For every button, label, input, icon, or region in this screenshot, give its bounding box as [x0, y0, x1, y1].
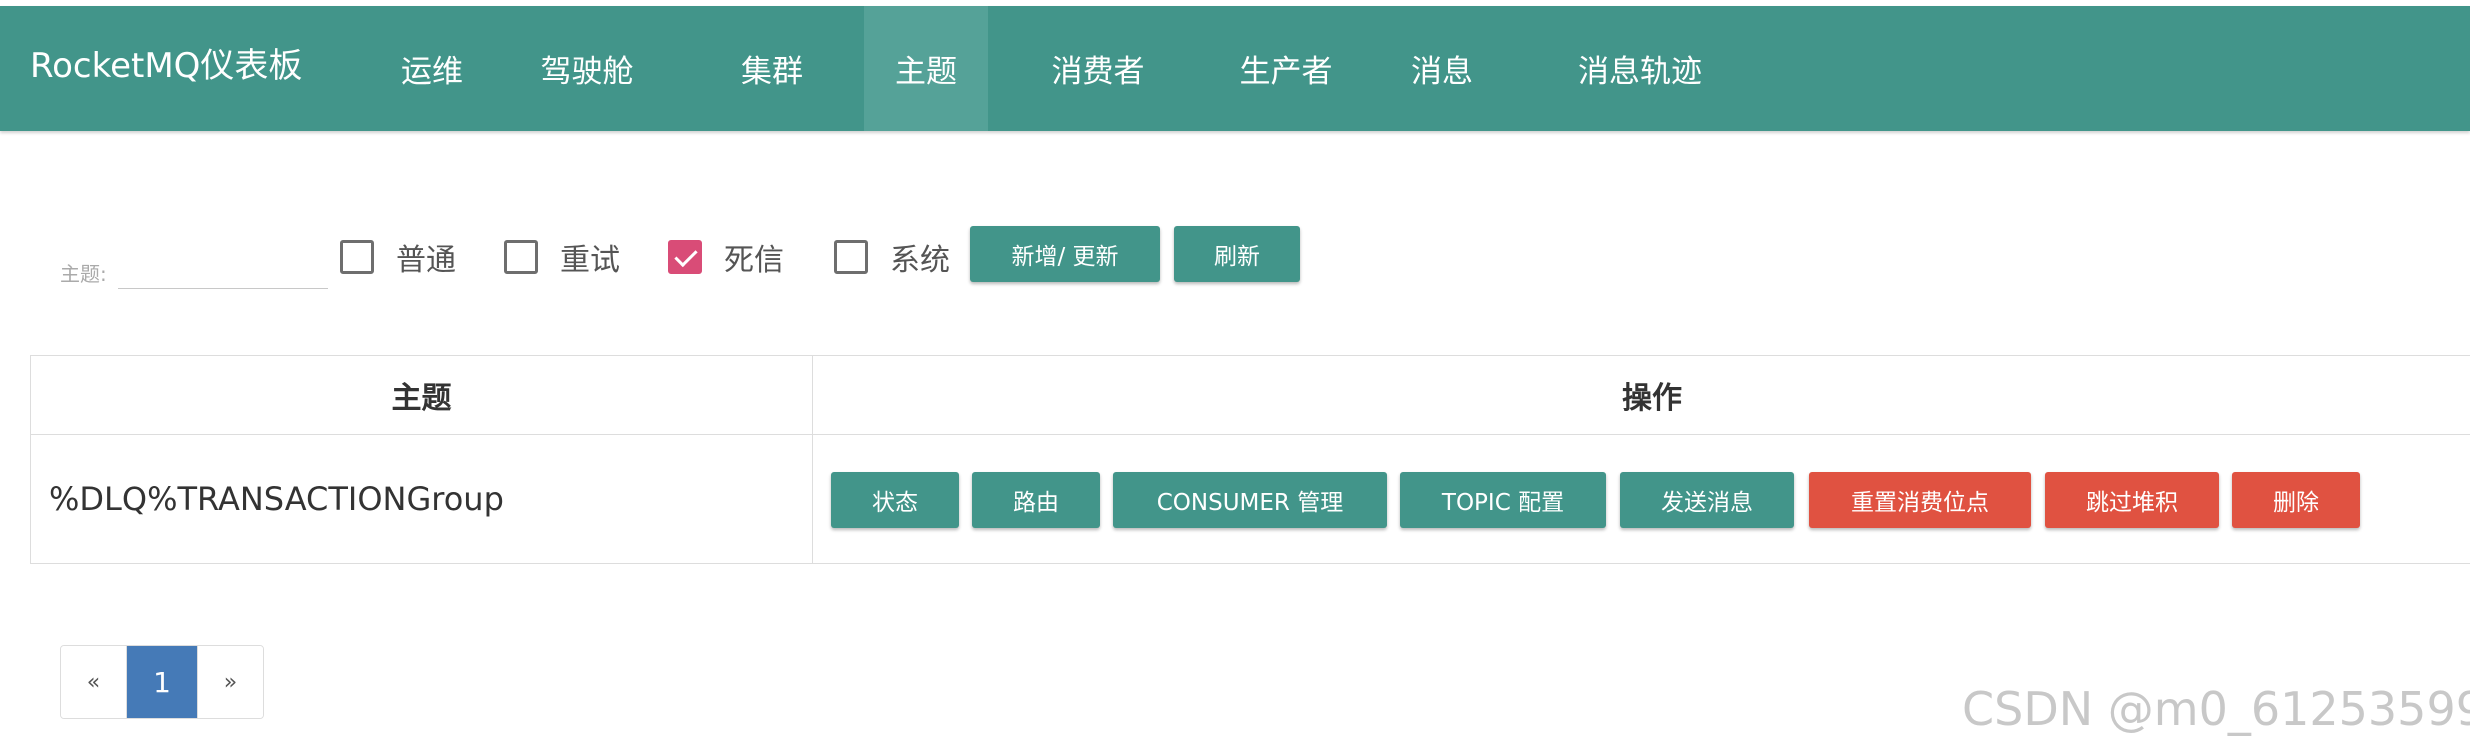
- delete-button[interactable]: 删除: [2232, 472, 2360, 528]
- csdn-watermark: CSDN @m0_61253599: [1962, 682, 2470, 736]
- checkbox-normal[interactable]: 普通: [340, 232, 456, 282]
- checkbox-normal-label: 普通: [396, 243, 456, 278]
- table-header-topic: 主题: [31, 356, 813, 435]
- checkbox-retry[interactable]: 重试: [504, 232, 620, 282]
- consumer-manage-button[interactable]: CONSUMER 管理: [1113, 472, 1387, 528]
- skip-backlog-button[interactable]: 跳过堆积: [2045, 472, 2219, 528]
- nav-item-producer[interactable]: 生产者: [1208, 6, 1364, 131]
- status-button[interactable]: 状态: [831, 472, 959, 528]
- add-update-button[interactable]: 新增/ 更新: [970, 226, 1160, 282]
- checkbox-dead-letter-label: 死信: [724, 243, 784, 278]
- reset-offset-button[interactable]: 重置消费位点: [1809, 472, 2031, 528]
- topic-filter-label: 主题:: [60, 262, 107, 286]
- checkbox-system[interactable]: 系统: [834, 232, 950, 282]
- table-cell-topic: %DLQ%TRANSACTIONGroup: [31, 435, 813, 563]
- nav-item-dashboard[interactable]: 驾驶舱: [494, 6, 680, 131]
- checkbox-retry-box[interactable]: [504, 240, 538, 274]
- nav-menu: 运维 驾驶舱 集群 主题 消费者 生产者 消息 消息轨迹: [370, 6, 1760, 131]
- checkbox-dead-letter[interactable]: 死信: [668, 232, 784, 282]
- topic-table: 主题 操作 %DLQ%TRANSACTIONGroup 状态 路由 CONSUM…: [30, 355, 2470, 564]
- pagination-next[interactable]: »: [197, 646, 263, 718]
- route-button[interactable]: 路由: [972, 472, 1100, 528]
- nav-item-cluster[interactable]: 集群: [680, 6, 864, 131]
- nav-item-ops[interactable]: 运维: [370, 6, 494, 131]
- brand-title[interactable]: RocketMQ仪表板: [30, 6, 302, 131]
- top-navbar: RocketMQ仪表板 运维 驾驶舱 集群 主题 消费者 生产者 消息 消息轨迹: [0, 6, 2470, 131]
- topic-filter-input[interactable]: [118, 234, 328, 289]
- nav-item-consumer[interactable]: 消费者: [988, 6, 1208, 131]
- nav-item-message[interactable]: 消息: [1364, 6, 1520, 131]
- checkbox-system-label: 系统: [890, 243, 950, 278]
- pagination: « 1 »: [60, 645, 264, 719]
- table-header-operation: 操作: [813, 356, 2470, 435]
- topic-config-button[interactable]: TOPIC 配置: [1400, 472, 1606, 528]
- pagination-page-current[interactable]: 1: [127, 646, 197, 718]
- checkbox-retry-label: 重试: [560, 243, 620, 278]
- checkbox-dead-letter-box[interactable]: [668, 240, 702, 274]
- pagination-prev[interactable]: «: [61, 646, 127, 718]
- checkbox-normal-box[interactable]: [340, 240, 374, 274]
- table-cell-actions: 状态 路由 CONSUMER 管理 TOPIC 配置 发送消息 重置消费位点 跳…: [813, 435, 2470, 563]
- send-message-button[interactable]: 发送消息: [1620, 472, 1794, 528]
- refresh-button[interactable]: 刷新: [1174, 226, 1300, 282]
- checkbox-system-box[interactable]: [834, 240, 868, 274]
- nav-item-message-trace[interactable]: 消息轨迹: [1520, 6, 1760, 131]
- nav-item-topic[interactable]: 主题: [864, 6, 988, 131]
